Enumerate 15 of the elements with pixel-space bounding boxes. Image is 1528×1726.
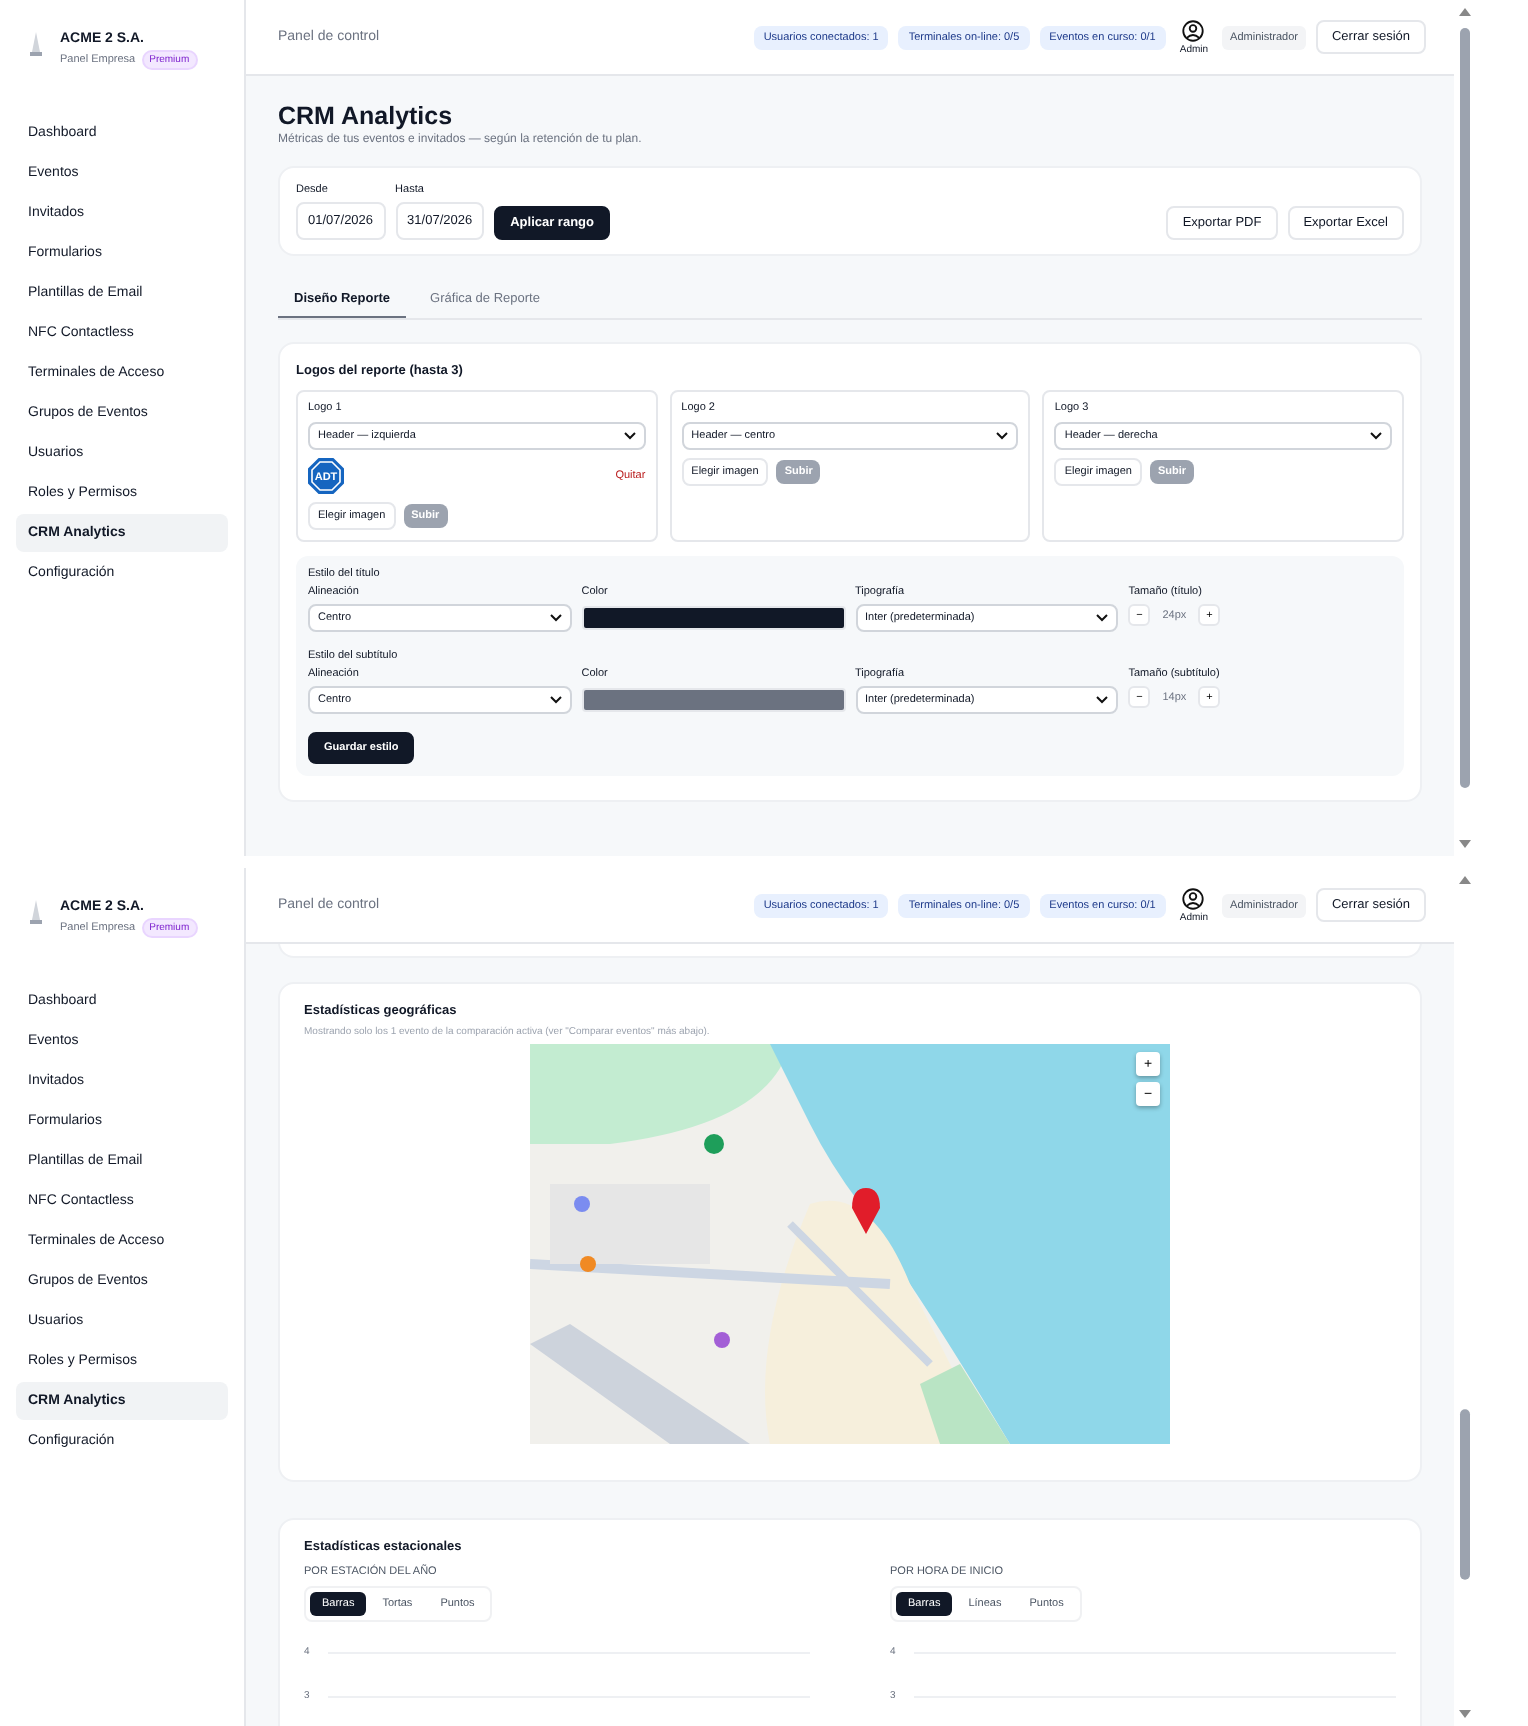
chevron-down-icon bbox=[549, 614, 562, 622]
chevron-down-icon bbox=[1096, 696, 1109, 704]
user-icon[interactable] bbox=[1182, 19, 1205, 41]
chevron-down-icon bbox=[996, 432, 1009, 440]
chevron-down-icon bbox=[549, 696, 562, 704]
color-picker[interactable] bbox=[581, 688, 845, 712]
chevron-down-icon bbox=[623, 432, 636, 440]
tower-icon bbox=[28, 900, 44, 924]
chevron-down-icon bbox=[1370, 432, 1383, 440]
chevron-down-icon bbox=[1096, 614, 1109, 622]
scrollbar[interactable] bbox=[1454, 0, 1476, 856]
color-picker[interactable] bbox=[581, 606, 845, 630]
user-icon[interactable] bbox=[1182, 887, 1205, 909]
page-title: CRM Analytics bbox=[278, 102, 455, 130]
tower-icon bbox=[28, 32, 44, 56]
